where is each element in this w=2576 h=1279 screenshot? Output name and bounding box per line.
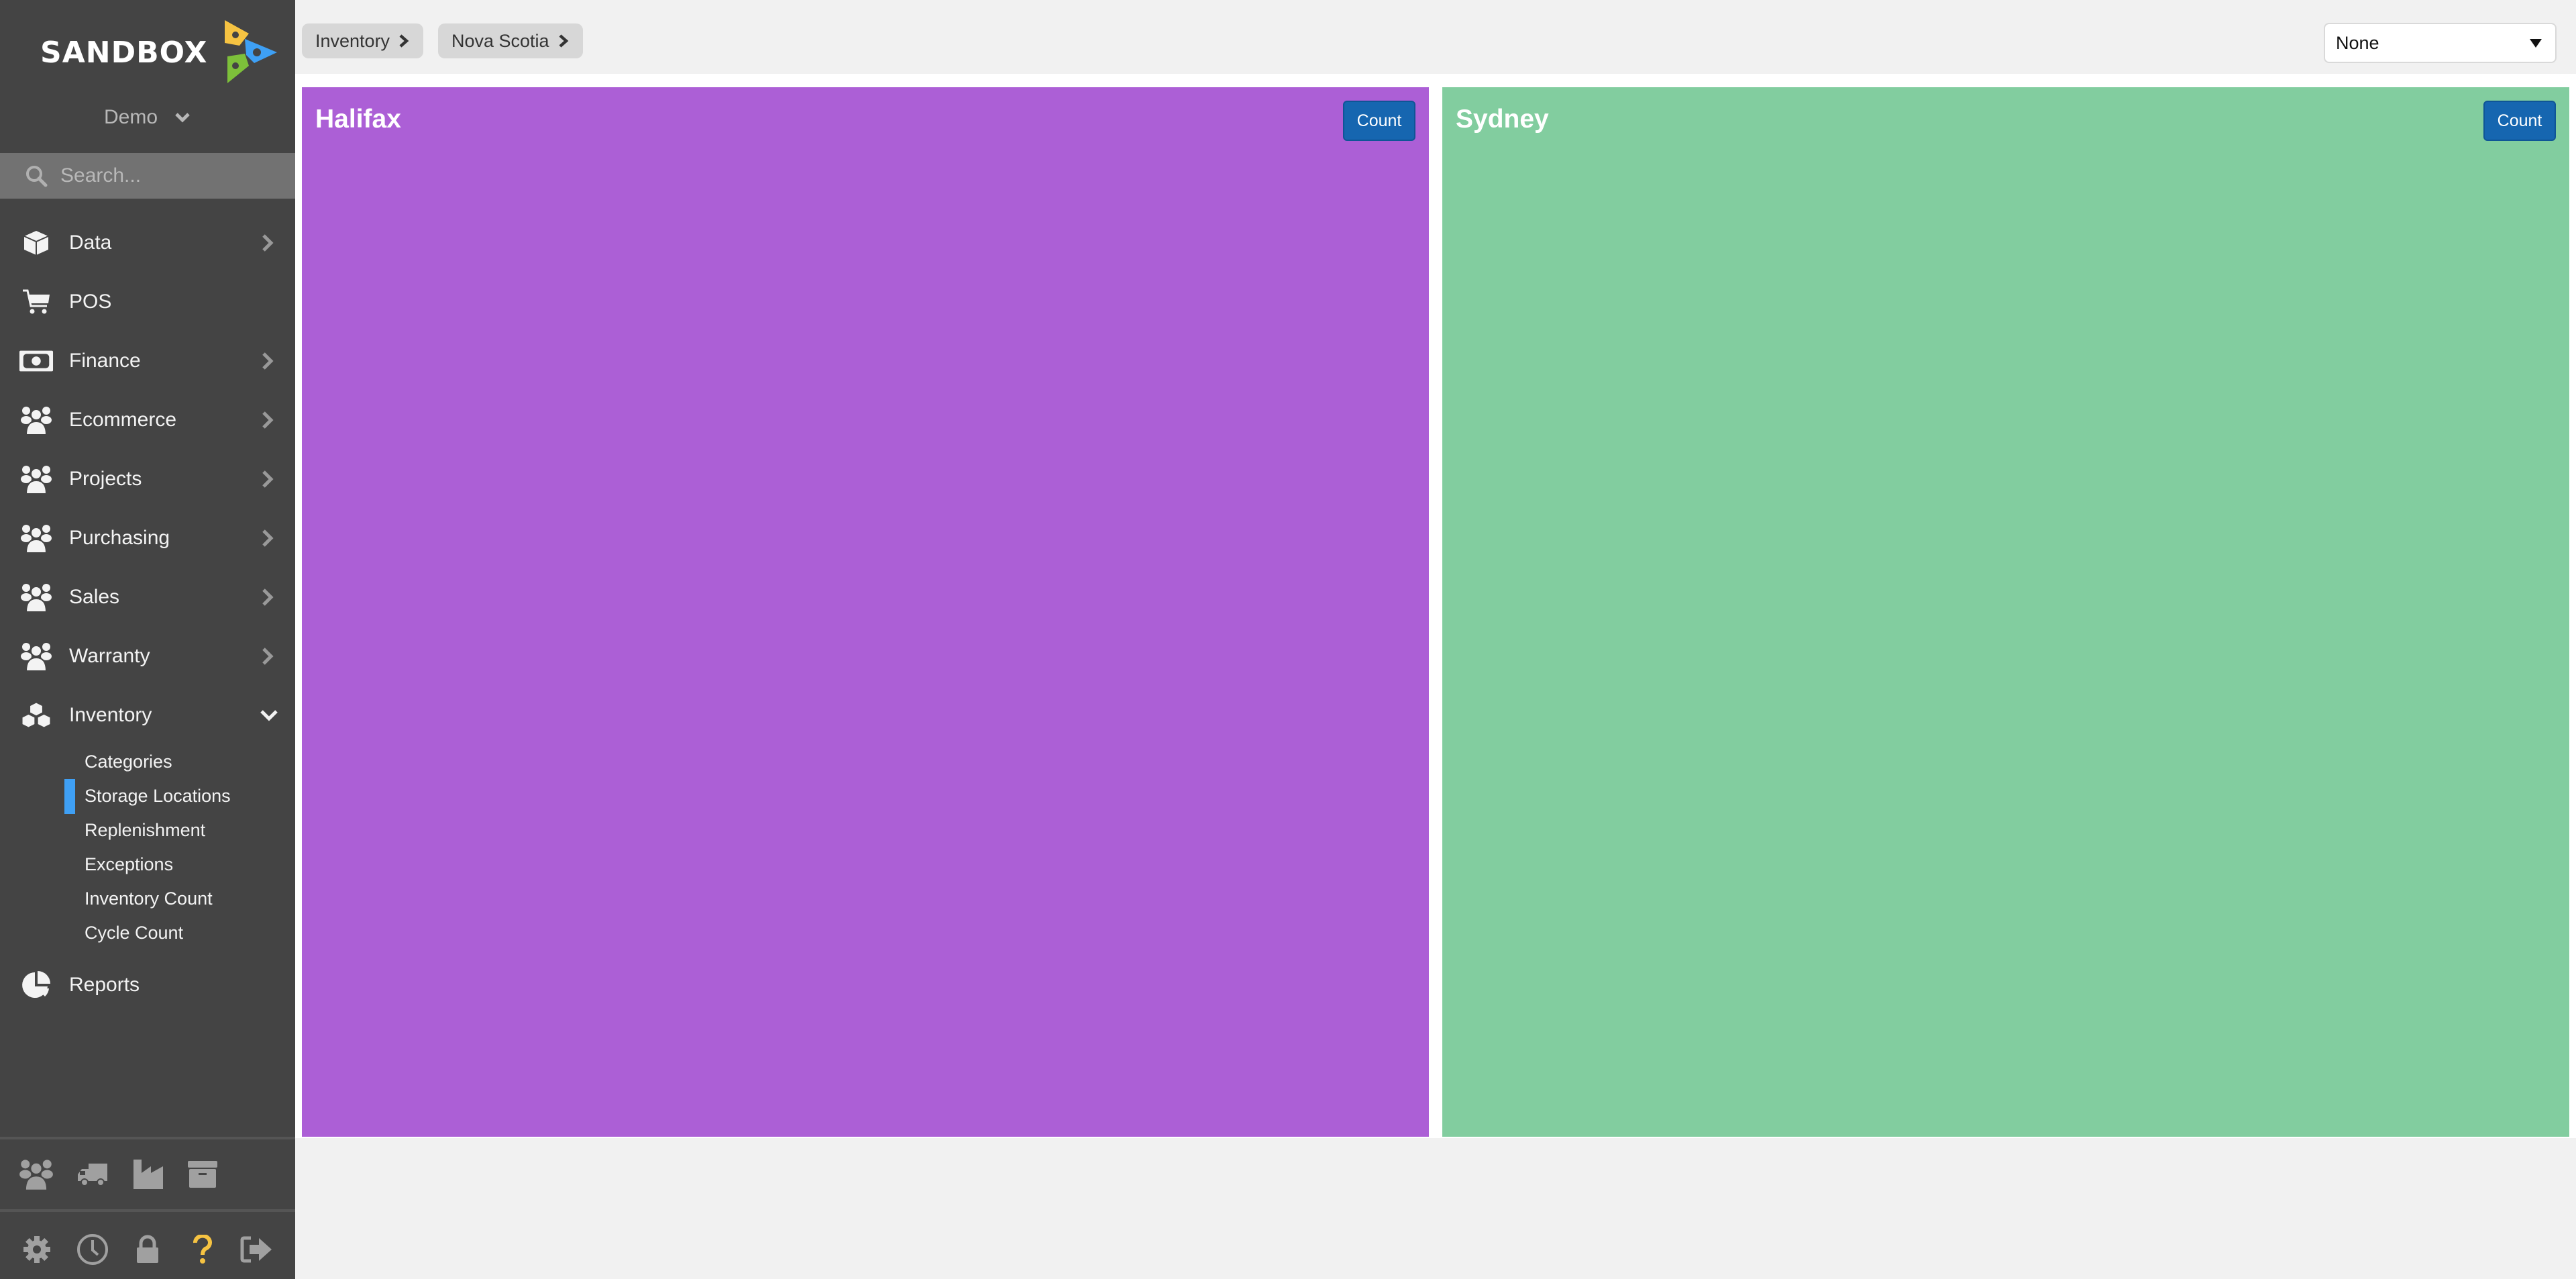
chevron-right-icon (262, 529, 274, 547)
sidebar-item-label: Data (69, 232, 112, 254)
sidebar: SANDBOX Demo Data (0, 0, 295, 1279)
sidebar-nav: Data POS Finance Ecommerce Projects Purc… (0, 213, 295, 1015)
gears-logo-icon (225, 20, 278, 83)
submenu-item-exceptions[interactable]: Exceptions (0, 848, 295, 882)
submenu-item-label: Storage Locations (85, 786, 231, 806)
money-bill-icon (19, 346, 54, 376)
sidebar-item-label: Inventory (69, 704, 152, 726)
top-bar: Inventory Nova Scotia (295, 0, 2576, 74)
submenu-item-label: Cycle Count (85, 923, 184, 943)
sidebar-item-purchasing[interactable]: Purchasing (0, 509, 295, 568)
pie-chart-icon (19, 970, 54, 1001)
divider (0, 1209, 295, 1212)
org-name: Demo (103, 106, 158, 128)
inventory-submenu: Categories Storage Locations Replenishme… (0, 745, 295, 950)
sidebar-item-projects[interactable]: Projects (0, 450, 295, 509)
help-icon[interactable] (184, 1231, 221, 1268)
users-icon (19, 582, 54, 613)
users-icon[interactable] (17, 1156, 55, 1193)
factory-icon[interactable] (129, 1156, 167, 1193)
search-icon (26, 166, 48, 187)
submenu-item-cycle-count[interactable]: Cycle Count (0, 916, 295, 950)
sidebar-item-label: POS (69, 291, 112, 313)
cube-icon (19, 227, 54, 258)
filter-select[interactable]: None (2324, 23, 2557, 63)
divider (0, 1137, 295, 1139)
sidebar-item-label: Purchasing (69, 527, 170, 549)
submenu-item-storage-locations[interactable]: Storage Locations (0, 779, 295, 814)
search-input[interactable] (60, 164, 275, 187)
sidebar-item-ecommerce[interactable]: Ecommerce (0, 391, 295, 450)
cart-icon (19, 287, 54, 317)
gear-icon[interactable] (18, 1231, 56, 1268)
submenu-item-label: Inventory Count (85, 888, 213, 909)
chevron-right-icon (262, 589, 274, 606)
chevron-right-icon (262, 352, 274, 370)
sidebar-item-label: Reports (69, 974, 140, 996)
sidebar-item-label: Ecommerce (69, 409, 177, 431)
location-card-sydney[interactable]: Sydney Count (1442, 87, 2569, 1137)
sidebar-item-label: Finance (69, 350, 141, 372)
location-name: Sydney (1456, 105, 1549, 134)
sidebar-item-data[interactable]: Data (0, 213, 295, 272)
archive-icon[interactable] (184, 1156, 221, 1193)
breadcrumb-label: Nova Scotia (451, 30, 549, 51)
sidebar-item-label: Warranty (69, 645, 150, 667)
lock-icon[interactable] (129, 1231, 166, 1268)
users-icon (19, 405, 54, 436)
users-icon (19, 641, 54, 672)
cubes-icon (19, 700, 54, 731)
sidebar-item-finance[interactable]: Finance (0, 331, 295, 391)
sidebar-search (0, 153, 295, 199)
breadcrumb-nova-scotia[interactable]: Nova Scotia (438, 23, 583, 58)
brand-logo[interactable]: SANDBOX (40, 19, 280, 86)
sign-out-icon[interactable] (238, 1231, 276, 1268)
chevron-right-icon (262, 648, 274, 665)
chevron-right-icon (262, 234, 274, 252)
submenu-item-categories[interactable]: Categories (0, 745, 295, 779)
submenu-item-replenishment[interactable]: Replenishment (0, 813, 295, 848)
sidebar-item-inventory[interactable]: Inventory (0, 686, 295, 745)
sidebar-item-label: Projects (69, 468, 142, 490)
chevron-right-icon (262, 411, 274, 429)
users-icon (19, 464, 54, 495)
chevron-right-icon (262, 470, 274, 488)
main-content: Halifax Count Sydney Count (295, 74, 2576, 1138)
truck-icon[interactable] (74, 1156, 111, 1193)
brand-name: SANDBOX (40, 35, 208, 70)
sidebar-item-sales[interactable]: Sales (0, 568, 295, 627)
chevron-right-icon (559, 34, 568, 48)
submenu-item-label: Replenishment (85, 820, 206, 840)
users-icon (19, 523, 54, 554)
content-footer-area (295, 1138, 2576, 1279)
count-button[interactable]: Count (1343, 101, 1415, 141)
chevron-down-icon (260, 710, 278, 721)
submenu-item-label: Exceptions (85, 854, 174, 874)
breadcrumb-label: Inventory (315, 30, 390, 51)
clock-icon[interactable] (74, 1231, 111, 1268)
chevron-right-icon (399, 34, 409, 48)
sidebar-item-reports[interactable]: Reports (0, 956, 295, 1015)
count-button[interactable]: Count (2483, 101, 2556, 141)
submenu-item-label: Categories (85, 752, 172, 772)
caret-down-icon (2530, 39, 2542, 48)
org-switcher[interactable]: Demo (0, 106, 295, 129)
filter-select-value: None (2336, 32, 2379, 53)
location-card-halifax[interactable]: Halifax Count (302, 87, 1429, 1137)
breadcrumb-inventory[interactable]: Inventory (302, 23, 424, 58)
location-name: Halifax (315, 105, 401, 134)
sidebar-item-pos[interactable]: POS (0, 272, 295, 331)
sidebar-item-label: Sales (69, 586, 120, 608)
sidebar-item-warranty[interactable]: Warranty (0, 627, 295, 686)
chevron-down-icon (175, 113, 190, 123)
submenu-item-inventory-count[interactable]: Inventory Count (0, 882, 295, 916)
